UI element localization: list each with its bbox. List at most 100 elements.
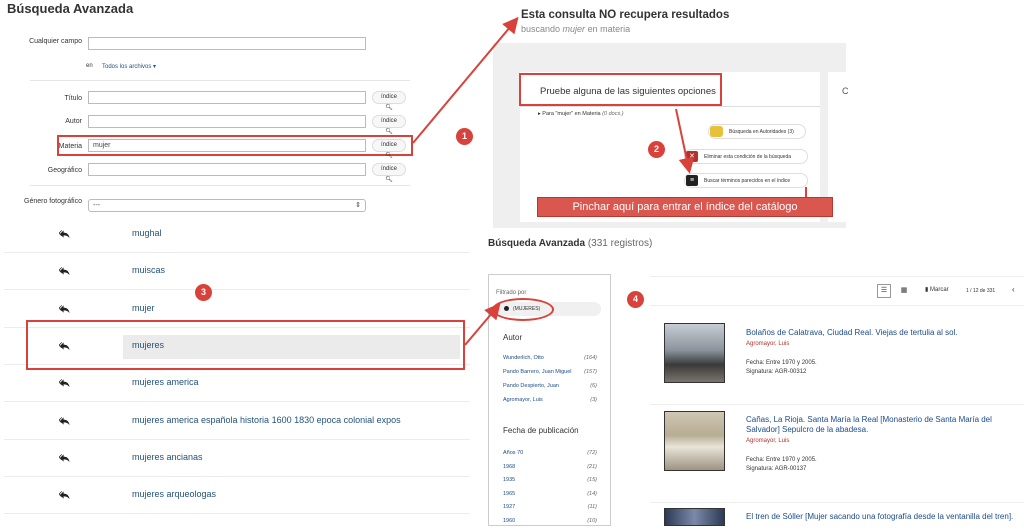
divider xyxy=(30,80,410,81)
index-row[interactable]: muiscas xyxy=(4,253,470,290)
any-field-input[interactable] xyxy=(88,37,366,50)
index-term[interactable]: muiscas xyxy=(132,265,165,275)
record-signature: Signatura: AGR-00137 xyxy=(746,466,807,472)
facet-item[interactable]: Pando Barrero, Juan Miguel (157) xyxy=(503,369,597,382)
facet-item[interactable]: Años 70 (72) xyxy=(503,450,597,463)
author-label: Autor xyxy=(65,118,82,125)
index-term[interactable]: mujeres america española historia 1600 1… xyxy=(132,415,401,425)
para-line: ▸ Para "mujer" en Materia (0 docs.) xyxy=(538,111,624,117)
index-term[interactable]: mujeres arqueologas xyxy=(132,489,216,499)
title-index-button[interactable]: índice 🔍︎ xyxy=(372,91,406,111)
list-view-icon[interactable]: ☰ xyxy=(877,284,891,298)
right-fragment: C xyxy=(842,86,849,96)
similar-terms-option[interactable]: ≡ Buscar términos parecidos en el índice xyxy=(684,173,808,188)
facet-item[interactable]: 1968 (21) xyxy=(503,464,597,477)
facet-item[interactable]: Wunderlich, Otto (164) xyxy=(503,355,597,368)
reply-all-icon[interactable] xyxy=(59,490,70,500)
index-row[interactable]: mughal xyxy=(4,216,470,253)
any-field-label: Cualquier campo xyxy=(29,38,82,45)
genre-select[interactable]: --- ⇕ xyxy=(88,199,366,212)
facet-item[interactable]: 1935 (15) xyxy=(503,477,597,490)
record-thumbnail[interactable] xyxy=(664,508,725,526)
reply-all-icon[interactable] xyxy=(59,304,70,314)
reply-all-icon[interactable] xyxy=(59,378,70,388)
step-badge-3: 3 xyxy=(195,284,212,301)
geo-input[interactable] xyxy=(88,163,366,176)
suggest-title: Pruebe alguna de las siguientes opciones xyxy=(540,86,716,97)
step-badge-4: 4 xyxy=(627,291,644,308)
index-row[interactable]: mujeres arqueologas xyxy=(4,477,470,514)
record-title[interactable]: Cañas, La Rioja. Santa María la Real [Mo… xyxy=(746,415,1021,435)
facet-item[interactable]: Agromayor, Luis (3) xyxy=(503,397,597,410)
close-icon: ✕ xyxy=(686,151,698,162)
record-author[interactable]: Agromayor, Luis xyxy=(746,438,789,444)
record-date: Fecha: Entre 1970 y 2005. xyxy=(746,457,817,463)
record-thumbnail[interactable] xyxy=(664,411,725,471)
divider xyxy=(650,502,1024,503)
no-results-title: Esta consulta NO recupera resultados xyxy=(521,9,730,21)
materia-label: Materia xyxy=(58,143,82,150)
facet-item[interactable]: Pando Despierto, Juan (6) xyxy=(503,383,597,396)
chevron-left-icon[interactable]: ‹ xyxy=(1012,285,1015,294)
index-row[interactable]: mujeres america xyxy=(4,365,470,402)
results-heading: Búsqueda Avanzada (331 registros) xyxy=(488,238,653,249)
reply-all-icon[interactable] xyxy=(59,416,70,426)
step-badge-2: 2 xyxy=(648,141,665,158)
record-title[interactable]: Bolaños de Calatrava, Ciudad Real. Vieja… xyxy=(746,328,1021,338)
no-results-subtitle: buscando mujer en materia xyxy=(521,24,631,34)
caret-down-icon: ▾ xyxy=(153,64,157,70)
record-author[interactable]: Agromayor, Luis xyxy=(746,341,789,347)
geo-index-button[interactable]: índice 🔍︎ xyxy=(372,163,406,183)
list-icon: ≡ xyxy=(686,175,698,186)
form-title: Búsqueda Avanzada xyxy=(7,1,134,16)
title-input[interactable] xyxy=(88,91,366,104)
facet-item[interactable]: 1960 (10) xyxy=(503,518,597,531)
lightbulb-icon xyxy=(710,126,723,137)
index-term[interactable]: mujeres america xyxy=(132,377,199,387)
facet-item[interactable]: 1965 (14) xyxy=(503,491,597,504)
reply-all-icon[interactable] xyxy=(59,229,70,239)
facet-item[interactable]: 1927 (11) xyxy=(503,504,597,517)
materia-input[interactable]: mujer xyxy=(88,139,366,152)
record-date: Fecha: Entre 1970 y 2005. xyxy=(746,360,817,366)
geo-label: Geográfico xyxy=(47,167,82,174)
index-term[interactable]: mujeres ancianas xyxy=(132,452,203,462)
title-label: Título xyxy=(64,95,82,102)
toolbar-bottom-line xyxy=(650,305,1024,306)
index-row[interactable]: mujeres ancianas xyxy=(4,440,470,477)
index-row[interactable]: mujeres america española historia 1600 1… xyxy=(4,403,470,440)
record-signature: Signatura: AGR-00312 xyxy=(746,369,807,375)
bookmark-icon: ▮ xyxy=(925,287,929,293)
in-label: en xyxy=(86,63,93,69)
facet-author-title: Autor xyxy=(503,333,523,342)
index-banner[interactable]: Pinchar aquí para entrar el índice del c… xyxy=(537,197,833,217)
materia-index-button[interactable]: índice 🔍︎ xyxy=(372,139,406,159)
pagination: 1 / 12 de 331 xyxy=(966,288,996,294)
remove-condition-option[interactable]: ✕ Eliminar esta condición de la búsqueda xyxy=(684,149,808,164)
search-icon: 🔍︎ xyxy=(385,153,393,159)
mujeres-highlight xyxy=(26,320,465,370)
archive-select-label: Todos los archivos xyxy=(102,64,152,70)
search-icon: 🔍︎ xyxy=(385,177,393,183)
search-icon: 🔍︎ xyxy=(385,105,393,111)
record-thumbnail[interactable] xyxy=(664,323,725,383)
facet-date-title: Fecha de publicación xyxy=(503,426,579,435)
grid-view-icon[interactable]: ▦ xyxy=(897,284,911,298)
author-input[interactable] xyxy=(88,115,366,128)
reply-all-icon[interactable] xyxy=(59,266,70,276)
record-title[interactable]: El tren de Sóller [Mujer sacando una fot… xyxy=(746,512,1021,522)
filter-chip-highlight xyxy=(492,298,554,321)
filter-label: Filtrado por xyxy=(496,290,527,296)
index-term[interactable]: mughal xyxy=(132,228,162,238)
toolbar-top-line xyxy=(650,276,1024,277)
author-index-button[interactable]: índice 🔍︎ xyxy=(372,115,406,135)
select-arrows-icon: ⇕ xyxy=(355,202,361,209)
genre-label: Género fotográfico xyxy=(24,198,82,205)
index-term[interactable]: mujer xyxy=(132,303,155,313)
mark-button[interactable]: ▮ Marcar xyxy=(925,286,949,293)
authority-search-option[interactable]: Búsqueda en Autoridades (3) xyxy=(708,124,806,139)
reply-all-icon[interactable] xyxy=(59,453,70,463)
divider xyxy=(30,185,410,186)
divider xyxy=(650,404,1024,405)
archive-select[interactable]: Todos los archivos ▾ xyxy=(102,63,156,70)
